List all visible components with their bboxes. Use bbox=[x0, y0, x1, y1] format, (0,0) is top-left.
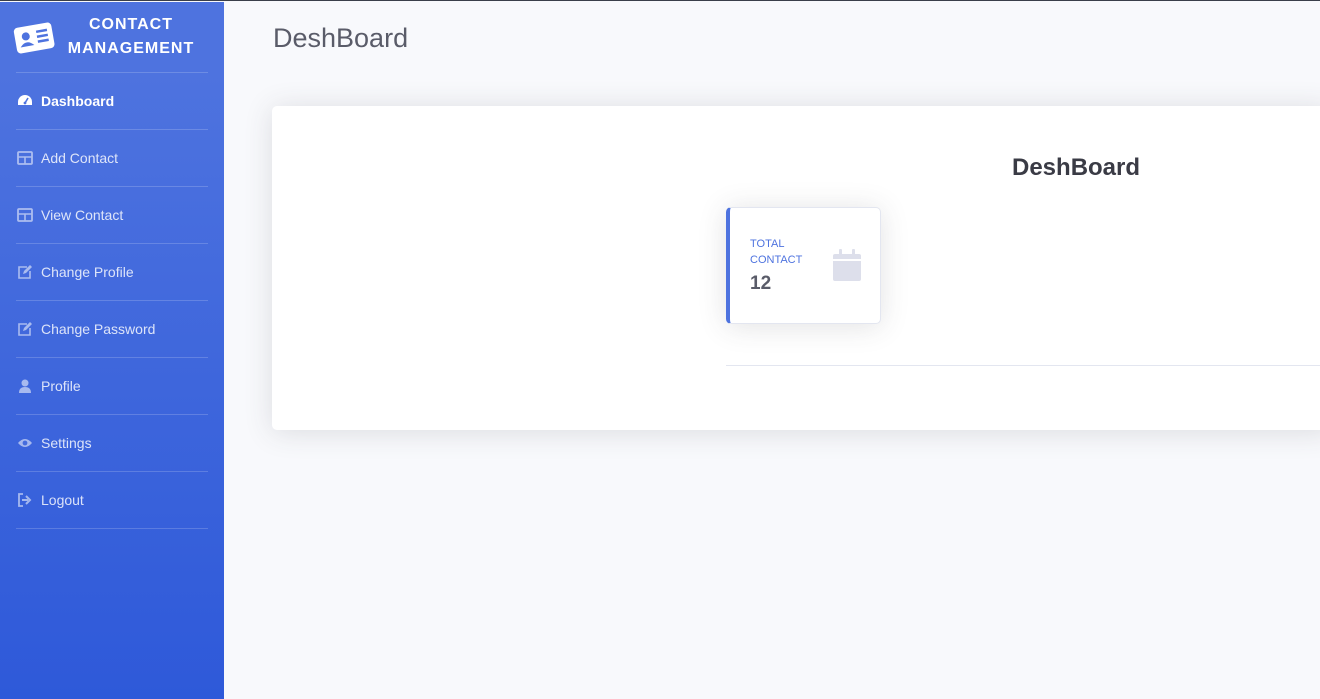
sidebar-item-label: Change Password bbox=[41, 321, 156, 337]
sidebar: CONTACT MANAGEMENT Dashboard Add Contact… bbox=[0, 2, 224, 699]
sidebar-item-label: View Contact bbox=[41, 207, 124, 223]
dashboard-card: DeshBoard TOTAL CONTACT 12 bbox=[272, 106, 1320, 430]
stat-label: TOTAL CONTACT bbox=[750, 238, 803, 266]
sidebar-item-settings[interactable]: Settings bbox=[0, 415, 224, 471]
sidebar-item-label: Add Contact bbox=[41, 150, 119, 166]
sidebar-item-change-profile[interactable]: Change Profile bbox=[0, 244, 224, 300]
card-divider bbox=[726, 365, 1320, 366]
sidebar-item-label: Logout bbox=[41, 492, 84, 508]
brand[interactable]: CONTACT MANAGEMENT bbox=[0, 2, 224, 72]
user-icon bbox=[19, 379, 31, 393]
sidebar-item-label: Change Profile bbox=[41, 264, 134, 280]
eye-icon bbox=[18, 439, 32, 447]
sidebar-divider bbox=[16, 528, 208, 529]
table-icon bbox=[17, 208, 33, 222]
edit-icon bbox=[18, 322, 32, 336]
brand-line-1: CONTACT bbox=[88, 16, 174, 33]
sidebar-item-label: Profile bbox=[41, 378, 81, 394]
sidebar-item-profile[interactable]: Profile bbox=[0, 358, 224, 414]
sidebar-item-add-contact[interactable]: Add Contact bbox=[0, 130, 224, 186]
brand-line-2: MANAGEMENT bbox=[67, 40, 195, 57]
sidebar-item-logout[interactable]: Logout bbox=[0, 472, 224, 528]
sidebar-item-label: Dashboard bbox=[41, 93, 115, 109]
sign-out-icon bbox=[18, 493, 32, 507]
sidebar-item-view-contact[interactable]: View Contact bbox=[0, 187, 224, 243]
sidebar-item-dashboard[interactable]: Dashboard bbox=[0, 73, 224, 129]
table-icon bbox=[17, 151, 33, 165]
edit-icon bbox=[18, 265, 32, 279]
tachometer-icon bbox=[18, 95, 32, 105]
calendar-icon bbox=[833, 249, 861, 281]
id-card-icon bbox=[13, 22, 55, 54]
page-title: DeshBoard bbox=[273, 23, 409, 53]
brand-name: CONTACT MANAGEMENT bbox=[66, 13, 196, 61]
total-contact-stat-card[interactable]: TOTAL CONTACT 12 bbox=[726, 207, 881, 324]
sidebar-item-label: Settings bbox=[41, 435, 92, 451]
card-title: DeshBoard bbox=[1012, 154, 1141, 181]
stat-value: 12 bbox=[750, 273, 772, 294]
sidebar-item-change-password[interactable]: Change Password bbox=[0, 301, 224, 357]
